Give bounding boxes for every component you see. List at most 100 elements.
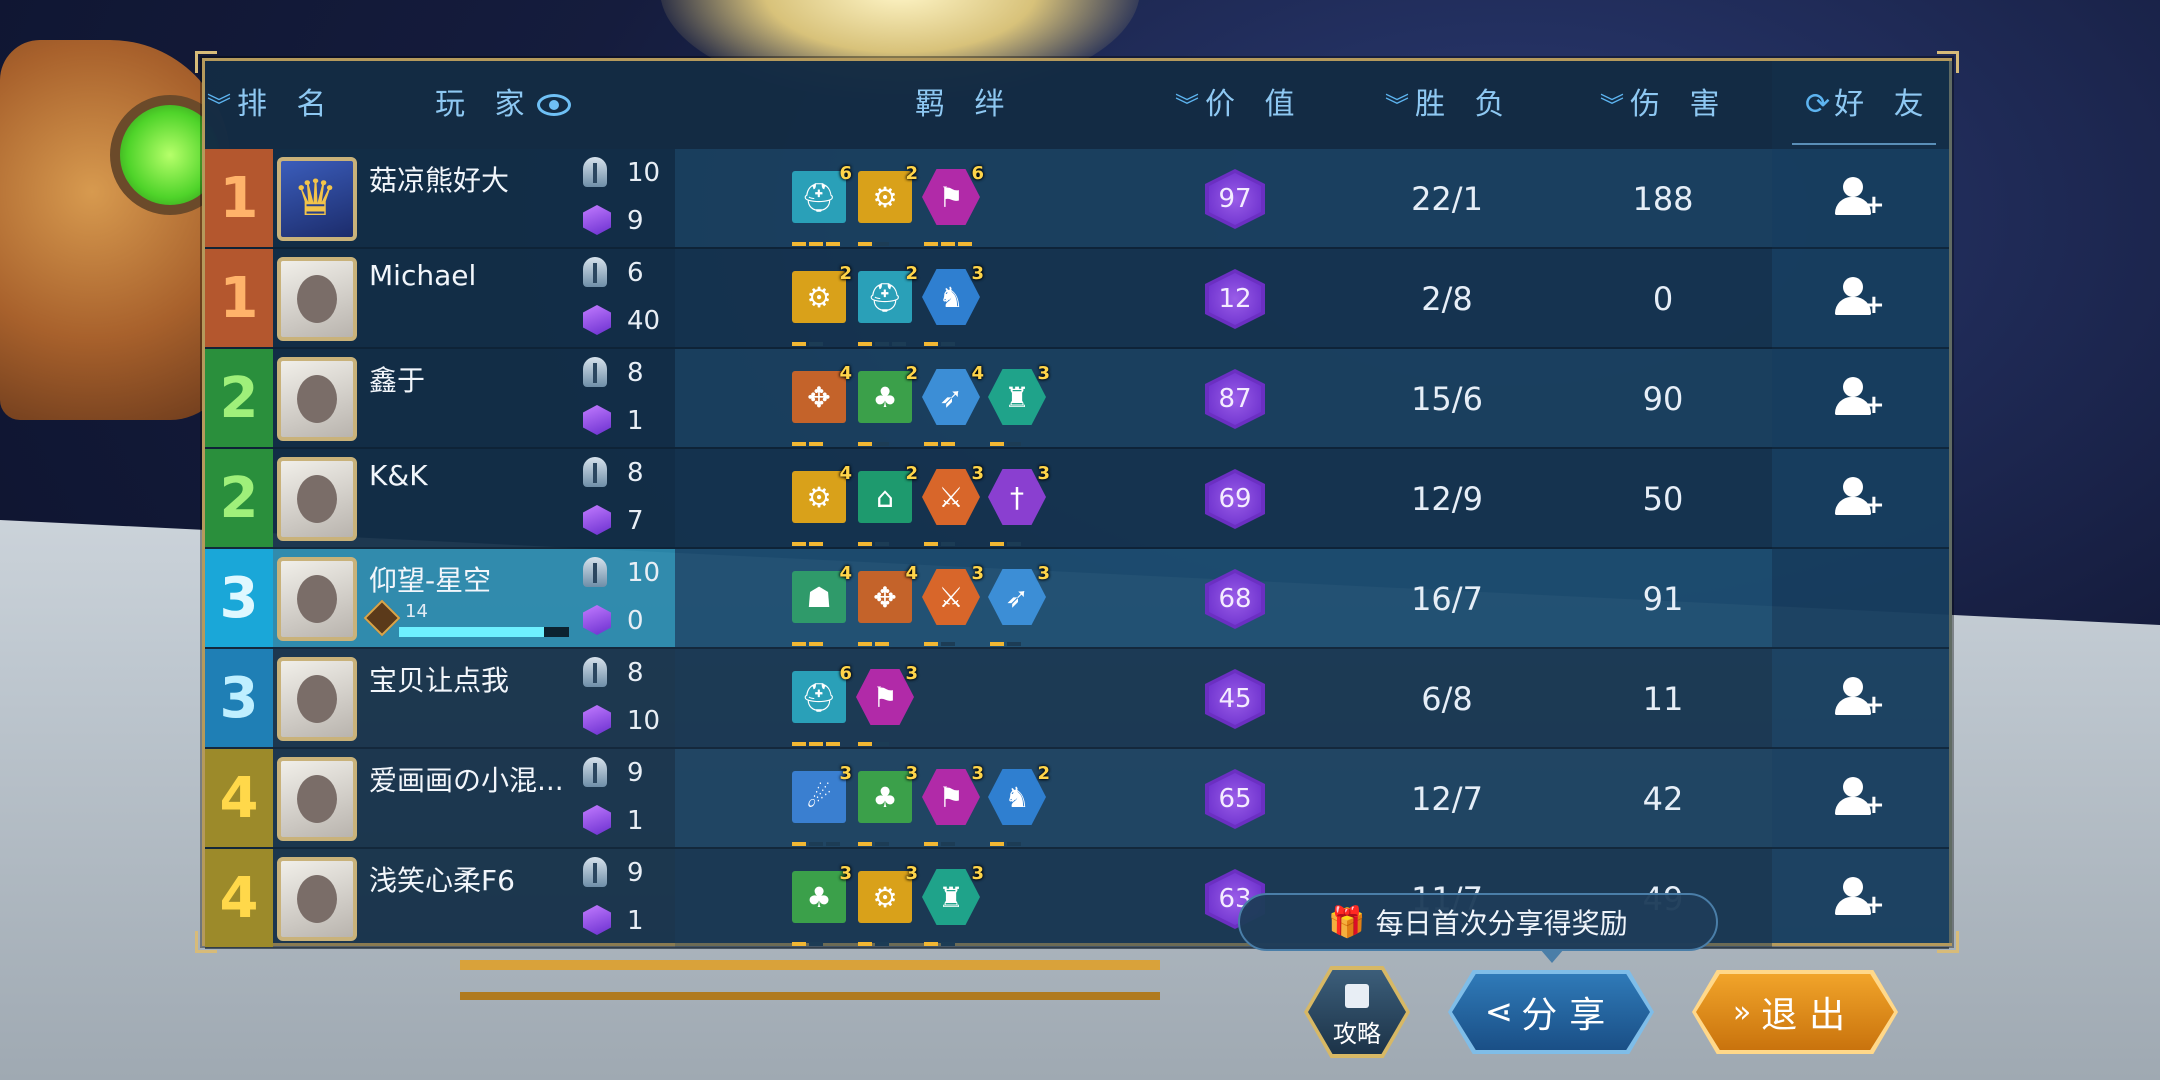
bond-badge[interactable]: ♜ 3 [922, 863, 984, 946]
double-chevron-right-icon: » [1732, 994, 1752, 1030]
bond-count: 3 [971, 463, 984, 484]
bond-badge[interactable]: ⚙ 2 [790, 263, 852, 346]
bond-count: 2 [905, 263, 918, 284]
value-number: 65 [1209, 773, 1261, 825]
bond-pip [858, 942, 872, 946]
bond-progress [792, 831, 848, 846]
bond-badge[interactable]: ⚔ 3 [922, 563, 984, 646]
bond-badge[interactable]: ⛑ 2 [856, 263, 918, 346]
bond-count: 2 [905, 163, 918, 184]
bond-pip [809, 442, 823, 446]
add-friend-icon[interactable]: + [1833, 477, 1885, 521]
add-friend-icon[interactable]: + [1833, 777, 1885, 821]
bond-progress [858, 431, 914, 446]
bond-pip [892, 342, 906, 346]
bond-pip [875, 342, 889, 346]
sort-damage-header[interactable]: ︾ 伤 害 [1600, 61, 1730, 149]
bond-count: 4 [839, 463, 852, 484]
player-avatar[interactable] [277, 657, 357, 741]
gear-icon: ⚙ [792, 471, 846, 523]
bond-badge[interactable]: ➶ 3 [988, 563, 1050, 646]
bond-badge[interactable]: † 3 [988, 463, 1050, 546]
player-row[interactable]: 1菇凉熊好大109⛑6⚙2⚑69722/1188+ [205, 149, 1949, 249]
eye-icon[interactable] [536, 94, 571, 116]
bond-badge[interactable]: ⛑ 6 [790, 663, 852, 746]
bond-badge[interactable]: ♜ 3 [988, 363, 1050, 446]
bond-progress [924, 231, 980, 246]
bond-pip [792, 242, 806, 246]
bond-badge[interactable]: ✥ 4 [790, 363, 852, 446]
player-avatar[interactable] [277, 257, 357, 341]
bond-pip [941, 642, 955, 646]
bond-badge[interactable]: ♣ 3 [856, 763, 918, 846]
bond-pip [826, 742, 840, 746]
helm-stat: 10 [583, 555, 673, 591]
bond-badge[interactable]: ⚔ 3 [922, 463, 984, 546]
refresh-friends-header[interactable]: ⟳ 好 友 [1805, 61, 1934, 149]
gem-value: 9 [627, 206, 644, 236]
bond-count: 3 [905, 863, 918, 884]
sort-winloss-header[interactable]: ︾ 胜 负 [1385, 61, 1515, 149]
purple-gem-icon [583, 905, 611, 935]
paw-icon: ✥ [858, 571, 912, 623]
bond-badge[interactable]: ➶ 4 [922, 363, 984, 446]
bond-pip [1007, 442, 1021, 446]
bond-progress [990, 631, 1046, 646]
player-avatar[interactable] [277, 457, 357, 541]
add-friend-icon[interactable]: + [1833, 377, 1885, 421]
bond-badge[interactable]: ⌂ 2 [856, 463, 918, 546]
bond-badge[interactable]: ✥ 4 [856, 563, 918, 646]
helmet-icon [583, 157, 607, 187]
bond-progress [924, 631, 980, 646]
gem-stat: 9 [583, 203, 673, 239]
helmet-icon [583, 357, 607, 387]
player-row[interactable]: 2 鑫于 8 1 ✥ 4 ♣ 2 ➶ 4 ♜ 3 87 15/6 90 + [205, 349, 1949, 449]
sort-rank-header[interactable]: ︾ 排 名 [207, 61, 337, 149]
player-row[interactable]: 4 爱画画の小混... 9 1 ☄ 3 ♣ 3 ⚑ 3 ♞ 2 65 12/7 42 + [205, 749, 1949, 849]
bond-badge[interactable]: ⚑ 6 [922, 163, 984, 246]
player-avatar[interactable] [277, 757, 357, 841]
bond-badge[interactable]: ⚑ 3 [922, 763, 984, 846]
bond-pip [858, 442, 872, 446]
player-avatar[interactable] [277, 557, 357, 641]
add-friend-icon[interactable]: + [1833, 877, 1885, 921]
scoreboard-header: ︾ 排 名 玩 家 羁 绊 ︾ 价 值 ︾ 胜 负 ︾ 伤 害 ⟳ 好 友 [205, 61, 1949, 149]
helmet-icon [583, 457, 607, 487]
bond-pip [875, 742, 889, 746]
player-row[interactable]: 3 仰望-星空 14 10 0 ☗ 4 ✥ 4 ⚔ 3 ➶ 3 68 16/7 91 [205, 549, 1949, 649]
player-avatar[interactable] [277, 857, 357, 941]
bond-badge[interactable]: ⚙ 3 [856, 863, 918, 946]
sort-value-header[interactable]: ︾ 价 值 [1175, 61, 1305, 149]
gem-value: 7 [627, 506, 644, 536]
bond-badge[interactable]: ☄ 3 [790, 763, 852, 846]
header-bond-label: 羁 绊 [915, 87, 1015, 122]
player-avatar[interactable] [277, 157, 357, 241]
bond-pip [924, 242, 938, 246]
bond-pip [1007, 642, 1021, 646]
bond-badge[interactable]: ♣ 3 [790, 863, 852, 946]
add-friend-icon[interactable]: + [1833, 277, 1885, 321]
player-row[interactable]: 1 Michael 6 40 ⚙ 2 ⛑ 2 ♞ 3 12 2/8 0 + [205, 249, 1949, 349]
bond-progress [924, 431, 980, 446]
bond-badge[interactable]: ♣ 2 [856, 363, 918, 446]
bond-badge[interactable]: ⚑ 3 [856, 663, 918, 746]
add-friend-icon[interactable]: + [1833, 677, 1885, 721]
player-row[interactable]: 3 宝贝让点我 8 10 ⛑ 6 ⚑ 3 45 6/8 11 + [205, 649, 1949, 749]
bond-badge[interactable]: ☗ 4 [790, 563, 852, 646]
player-avatar[interactable] [277, 357, 357, 441]
dragon-icon: ☄ [792, 771, 846, 823]
helm-value: 6 [627, 258, 644, 288]
gem-stat: 1 [583, 903, 673, 939]
add-friend-icon[interactable]: + [1833, 177, 1885, 221]
player-row[interactable]: 2 K&K 8 7 ⚙ 4 ⌂ 2 ⚔ 3 † 3 69 12/9 50 + [205, 449, 1949, 549]
damage-value: 188 [1632, 180, 1694, 218]
bond-badge[interactable]: ⛑ 6 [790, 163, 852, 246]
bond-badge[interactable]: ⚙ 2 [856, 163, 918, 246]
helm-value: 8 [627, 658, 644, 688]
bond-badge[interactable]: ♞ 2 [988, 763, 1050, 846]
share-button[interactable]: ⋖ 分享 [1452, 974, 1650, 1050]
person-head [1843, 677, 1863, 697]
exit-button[interactable]: » 退出 [1696, 974, 1894, 1050]
bond-badge[interactable]: ♞ 3 [922, 263, 984, 346]
bond-badge[interactable]: ⚙ 4 [790, 463, 852, 546]
